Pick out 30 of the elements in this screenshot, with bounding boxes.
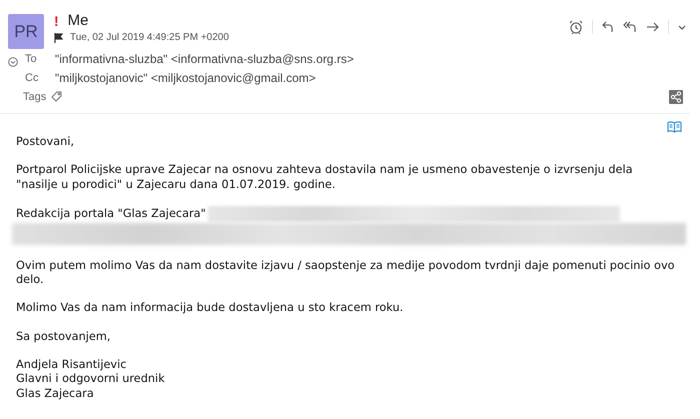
body-text: Molimo Vas da nam informacija bude dostavljena u sto kracem roku. [16,301,404,316]
tags-label: Tags [23,90,48,102]
recipient-address[interactable]: "informativna-sluzba" <informativna-sluzba@sns.org.rs> [55,52,354,66]
forward-icon[interactable] [646,22,659,32]
body-text: Ovim putem molimo Vas da nam dostavite izjavu / saopstenje za medije povodom tvrdnji daje pomenuti pocinio ovo [16,258,676,274]
sender-name: Me [68,12,89,29]
body-text: Andjela Risantijevic [16,358,128,372]
body-text: "nasilje u porodici" u Zajecaru dana 01.07.2019. godine. [16,178,336,192]
important-mark: ! [54,12,59,28]
recipient-label: Cc [24,72,40,84]
tag-icon[interactable] [51,91,62,102]
book-icon[interactable] [667,121,682,133]
body-text: delo. [16,273,45,288]
date-text: Tue, 02 Jul 2019 4:49:25 PM +0200 [70,32,229,43]
body-text: Sa postovanjem, [16,330,112,344]
body-text: Glas Zajecara [16,386,95,401]
reply-icon[interactable] [602,21,614,33]
alarm-clock-icon[interactable] [569,20,583,34]
body-text: Portparol Policijske uprave Zajecar na osnovu zahteva dostavila nam je usmeno obavestenje o izvrsenju dela [16,163,634,178]
share-icon[interactable] [669,90,683,104]
recipient-label: To [24,52,38,64]
expand-icon[interactable] [8,57,18,67]
avatar: PR [8,14,44,49]
body-text: Postovani, [16,135,76,150]
flag-icon[interactable] [54,32,63,42]
reply-all-icon[interactable] [623,21,637,33]
body-text: Glavni i odgovorni urednik [16,372,166,387]
chevron-down-icon[interactable] [678,24,686,30]
recipient-address[interactable]: "miljkostojanovic" <miljkostojanovic@gmail.com> [55,70,316,84]
body-text: Redakcija portala "Glas Zajecara" [16,206,206,222]
